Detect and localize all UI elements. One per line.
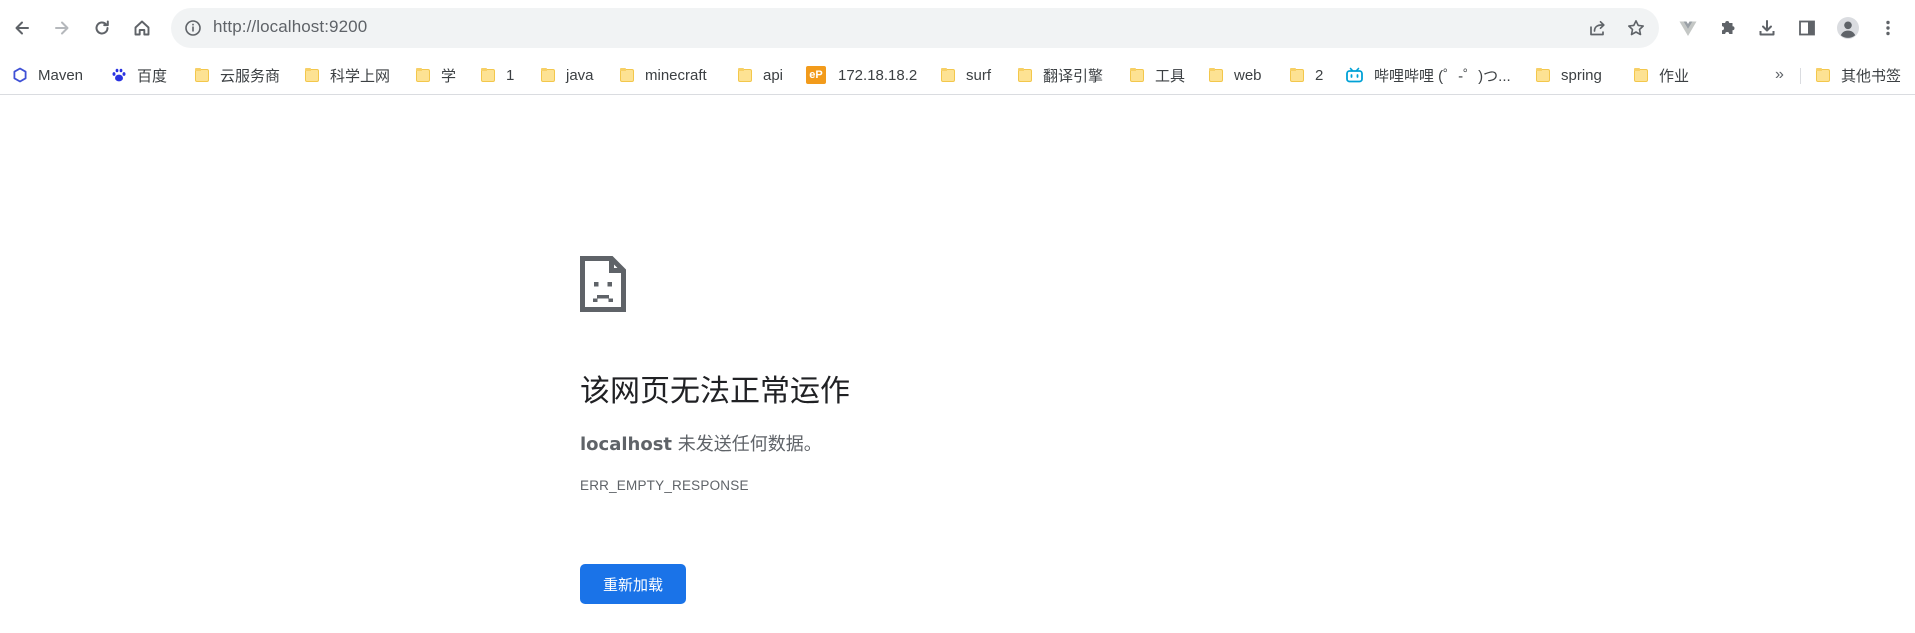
bookmark-folder-1[interactable]: 1 (480, 62, 514, 88)
folder-icon (940, 67, 956, 83)
bookmarks-bar: Maven 百度 云服务商 科学上网 学 1 java minecraft ap… (0, 56, 1915, 95)
bookmark-label: 2 (1315, 66, 1324, 84)
reload-icon (95, 20, 109, 35)
ep-icon: eP (806, 66, 826, 84)
download-icon (1759, 20, 1775, 36)
bookmark-label: spring (1561, 66, 1602, 84)
folder-icon (415, 67, 431, 83)
bookmark-label: 云服务商 (220, 67, 281, 85)
other-bookmarks[interactable]: 其他书签 (1815, 62, 1901, 88)
site-info-icon[interactable] (183, 18, 203, 38)
bookmark-maven[interactable]: Maven (12, 62, 83, 88)
bookmark-label: Maven (38, 66, 84, 84)
bookmark-folder-surf[interactable]: surf (940, 62, 991, 88)
bookmark-label: surf (966, 66, 992, 84)
bookmark-label: 1 (506, 66, 515, 84)
bookmark-label: 哔哩哔哩 (゜-゜)つ... (1374, 67, 1511, 85)
bookmark-folder-minecraft[interactable]: minecraft (619, 62, 707, 88)
bookmark-bilibili[interactable]: 哔哩哔哩 (゜-゜)つ... (1345, 62, 1511, 88)
bookmark-label: 学 (441, 67, 457, 85)
side-panel-button[interactable] (1791, 12, 1823, 44)
avatar-icon (1837, 17, 1859, 39)
error-message-text: 未发送任何数据。 (672, 434, 822, 455)
bilibili-icon (1346, 67, 1363, 83)
bookmark-star-icon[interactable] (1626, 18, 1646, 38)
bookmark-folder-cloud[interactable]: 云服务商 (194, 62, 280, 88)
bookmark-folder-xue[interactable]: 学 (415, 62, 456, 88)
bookmark-folder-2[interactable]: 2 (1289, 62, 1323, 88)
folder-icon (1208, 67, 1224, 83)
url-port: :9200 (324, 17, 368, 36)
side-panel-icon (1799, 20, 1815, 36)
bookmark-label: 科学上网 (330, 67, 391, 85)
bookmark-folder-kexue[interactable]: 科学上网 (304, 62, 390, 88)
bookmark-folder-translate[interactable]: 翻译引擎 (1017, 62, 1103, 88)
folder-icon (1017, 67, 1033, 83)
forward-button[interactable] (46, 12, 78, 44)
folder-icon (1633, 67, 1649, 83)
folder-icon (1289, 67, 1305, 83)
bookmark-folder-spring[interactable]: spring (1535, 62, 1602, 88)
bookmarks-overflow-button[interactable]: » (1775, 62, 1784, 88)
other-bookmarks-label: 其他书签 (1841, 67, 1902, 85)
back-button[interactable] (6, 12, 38, 44)
url-text[interactable]: http://localhost:9200 (213, 17, 367, 37)
error-message: localhost 未发送任何数据。 (580, 430, 822, 456)
arrow-right-icon (55, 21, 69, 35)
bookmark-ep-172[interactable]: eP 172.18.18.2 (806, 62, 917, 88)
bookmark-folder-homework[interactable]: 作业 (1633, 62, 1689, 88)
vue-devtools-extension-button[interactable] (1672, 12, 1704, 44)
bookmark-baidu[interactable]: 百度 (111, 62, 167, 88)
home-button[interactable] (126, 12, 158, 44)
bookmark-folder-tools[interactable]: 工具 (1129, 62, 1185, 88)
bookmark-label: api (763, 66, 784, 84)
bookmark-label: web (1234, 66, 1262, 84)
vue-extension-icon (1679, 21, 1697, 36)
folder-icon (304, 67, 320, 83)
error-heading: 该网页无法正常运作 (580, 374, 850, 409)
profile-button[interactable] (1832, 12, 1864, 44)
bookmark-folder-web[interactable]: web (1208, 62, 1262, 88)
folder-icon (1535, 67, 1551, 83)
sad-page-icon (580, 256, 626, 312)
reload-button[interactable]: 重新加载 (580, 564, 686, 604)
home-icon (134, 20, 150, 36)
arrow-left-icon (15, 21, 29, 35)
address-bar[interactable]: http://localhost:9200 (171, 8, 1659, 48)
bookmark-label: minecraft (645, 66, 707, 84)
puzzle-icon (1722, 21, 1735, 34)
extensions-button[interactable] (1712, 12, 1744, 44)
bookmarks-divider (1800, 68, 1801, 84)
bookmark-label: 百度 (137, 67, 168, 85)
more-vert-icon (1886, 20, 1890, 36)
bookmark-label: 翻译引擎 (1043, 67, 1104, 85)
folder-icon (480, 67, 496, 83)
reload-toolbar-button[interactable] (86, 12, 118, 44)
menu-button[interactable] (1872, 12, 1904, 44)
browser-toolbar: http://localhost:9200 (0, 0, 1915, 56)
folder-icon (737, 67, 753, 83)
error-code: ERR_EMPTY_RESPONSE (580, 478, 749, 493)
bookmark-folder-api[interactable]: api (737, 62, 783, 88)
maven-hexagon-icon (13, 67, 27, 83)
folder-icon (1815, 67, 1831, 83)
folder-icon (540, 67, 556, 83)
baidu-paw-icon (112, 68, 126, 82)
ep-badge-text: eP (809, 69, 823, 81)
bookmark-label: java (566, 66, 594, 84)
bookmark-label: 作业 (1659, 67, 1690, 85)
bookmark-folder-java[interactable]: java (540, 62, 594, 88)
error-host: localhost (580, 434, 673, 455)
downloads-button[interactable] (1751, 12, 1783, 44)
folder-icon (619, 67, 635, 83)
overflow-chevron-icon: » (1775, 66, 1784, 83)
folder-icon (1129, 67, 1145, 83)
bookmark-label: 工具 (1155, 67, 1186, 85)
share-icon[interactable] (1587, 18, 1607, 38)
url-host: http://localhost (213, 17, 325, 36)
folder-icon (194, 67, 210, 83)
bookmark-label: 172.18.18.2 (838, 66, 918, 84)
